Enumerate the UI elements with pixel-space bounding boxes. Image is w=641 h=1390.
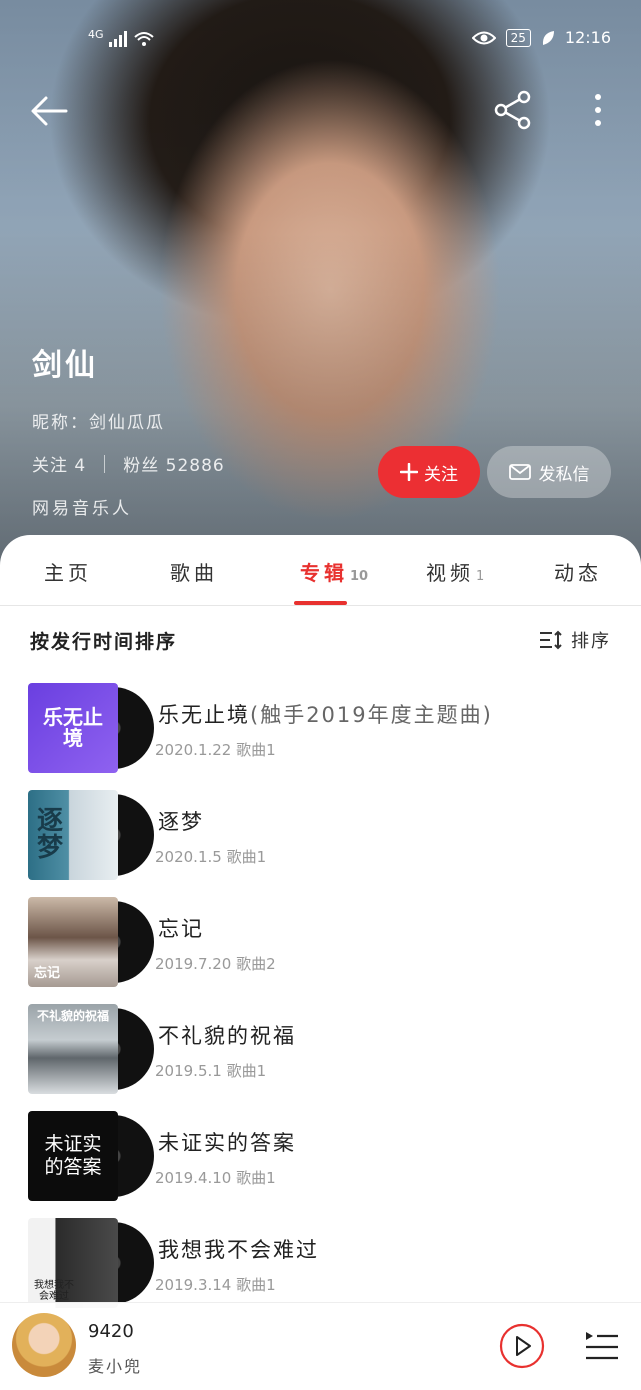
tab-home[interactable]: 主页 <box>44 557 92 586</box>
status-bar: 4G 25 12:16 <box>0 26 641 54</box>
tab-label: 专辑 <box>300 561 348 585</box>
album-meta: 2019.4.10 歌曲1 <box>155 1169 276 1187</box>
fans-count[interactable]: 粉丝 52886 <box>123 451 224 476</box>
cover-text: 不礼貌的祝福 <box>36 1009 109 1023</box>
album-item[interactable]: 逐梦 逐梦 2020.1.5 歌曲1 <box>0 790 641 897</box>
album-meta: 2019.7.20 歌曲2 <box>155 955 276 973</box>
tab-bar: 主页 歌曲 专辑 10 视频 1 动态 <box>0 535 641 606</box>
album-meta: 2019.3.14 歌曲1 <box>155 1276 276 1294</box>
album-title: 忘记 <box>158 913 204 943</box>
cover-text: 乐无止境 <box>43 705 103 750</box>
album-cover-art: 未证实的答案 <box>28 1111 118 1201</box>
sort-icon <box>540 630 562 650</box>
album-cover: 我想我不会难过 <box>28 1218 154 1308</box>
album-title: 逐梦 <box>158 806 204 836</box>
battery-level: 25 <box>505 28 531 47</box>
album-meta: 2020.1.5 歌曲1 <box>155 848 267 866</box>
send-message-button[interactable]: 发私信 <box>487 446 611 498</box>
sort-row: 按发行时间排序 排序 <box>30 627 611 657</box>
album-cover-art: 我想我不会难过 <box>28 1218 118 1308</box>
leaf-icon <box>542 30 554 45</box>
album-item[interactable]: 忘记 忘记 2019.7.20 歌曲2 <box>0 897 641 1004</box>
album-meta: 2020.1.22 歌曲1 <box>155 741 276 759</box>
album-item[interactable]: 不礼貌的祝福 不礼貌的祝福 2019.5.1 歌曲1 <box>0 1004 641 1111</box>
artist-name: 剑仙 <box>32 348 98 383</box>
share-icon[interactable] <box>492 89 534 131</box>
content-sheet: 主页 歌曲 专辑 10 视频 1 动态 按发行时间排序 排序 乐无止境 乐无止境… <box>0 535 641 1389</box>
tab-activity[interactable]: 动态 <box>554 557 602 586</box>
sort-label: 按发行时间排序 <box>30 631 178 653</box>
now-playing-cover[interactable] <box>12 1313 76 1377</box>
tab-count: 10 <box>350 569 369 584</box>
album-title: 未证实的答案 <box>158 1127 296 1157</box>
album-title-sub: (触手2019年度主题曲) <box>250 703 493 727</box>
tab-label: 视频 <box>426 561 474 585</box>
message-label: 发私信 <box>538 464 590 485</box>
album-cover: 逐梦 <box>28 790 154 880</box>
tab-videos[interactable]: 视频 1 <box>426 557 484 586</box>
tab-label: 主页 <box>44 561 92 585</box>
plus-icon <box>400 463 418 481</box>
artist-profile: 剑仙 昵称：剑仙瓜瓜 关注 4 粉丝 52886 网易音乐人 <box>32 340 225 519</box>
tab-songs[interactable]: 歌曲 <box>170 557 218 586</box>
cover-text: 未证实的答案 <box>44 1133 102 1178</box>
cover-text: 我想我不会难过 <box>34 1280 74 1302</box>
stats-divider <box>104 454 106 473</box>
mail-icon <box>508 464 531 480</box>
album-title: 不礼貌的祝福 <box>158 1020 296 1050</box>
tab-count: 1 <box>476 569 485 584</box>
mini-player[interactable]: 9420 麦小兜 <box>0 1302 641 1390</box>
playlist-icon[interactable] <box>584 1329 620 1363</box>
album-cover-art: 不礼貌的祝福 <box>28 1004 118 1094</box>
following-count[interactable]: 关注 4 <box>32 451 86 476</box>
album-cover: 乐无止境 <box>28 683 154 773</box>
top-bar <box>0 85 641 135</box>
sort-button[interactable]: 排序 <box>539 627 611 653</box>
album-title-main: 逐梦 <box>158 810 204 834</box>
album-title-main: 不礼貌的祝福 <box>158 1024 296 1048</box>
album-cover-art: 乐无止境 <box>28 683 118 773</box>
sort-button-label: 排序 <box>571 631 611 652</box>
active-tab-indicator <box>294 601 347 605</box>
now-playing-title: 9420 <box>88 1321 134 1342</box>
clock: 12:16 <box>564 28 611 47</box>
back-arrow-icon[interactable] <box>30 91 70 131</box>
album-meta: 2019.5.1 歌曲1 <box>155 1062 267 1080</box>
follow-button[interactable]: 关注 <box>378 446 480 498</box>
signal-icon: 4G <box>88 28 155 49</box>
follow-label: 关注 <box>424 464 458 485</box>
album-list: 乐无止境 乐无止境(触手2019年度主题曲) 2020.1.22 歌曲1 逐梦 … <box>0 683 641 1325</box>
tab-label: 动态 <box>554 561 602 585</box>
artist-stats: 关注 4 粉丝 52886 <box>32 451 225 476</box>
play-icon[interactable] <box>499 1323 545 1369</box>
album-item[interactable]: 乐无止境 乐无止境(触手2019年度主题曲) 2020.1.22 歌曲1 <box>0 683 641 790</box>
cover-text: 忘记 <box>34 966 61 982</box>
wifi-icon <box>108 30 154 47</box>
eye-icon <box>471 31 496 44</box>
tab-albums[interactable]: 专辑 10 <box>300 557 368 586</box>
album-cover: 不礼貌的祝福 <box>28 1004 154 1094</box>
album-cover-art: 忘记 <box>28 897 118 987</box>
album-title-main: 我想我不会难过 <box>158 1238 319 1262</box>
album-title-main: 忘记 <box>158 917 204 941</box>
album-item[interactable]: 未证实的答案 未证实的答案 2019.4.10 歌曲1 <box>0 1111 641 1218</box>
album-title: 乐无止境(触手2019年度主题曲) <box>158 699 493 729</box>
album-title-main: 乐无止境 <box>158 703 250 727</box>
album-cover: 未证实的答案 <box>28 1111 154 1201</box>
now-playing-artist: 麦小兜 <box>88 1357 143 1376</box>
artist-role: 网易音乐人 <box>32 499 132 519</box>
album-cover-art: 逐梦 <box>28 790 118 880</box>
artist-nickname: 昵称：剑仙瓜瓜 <box>32 413 165 433</box>
more-vertical-icon[interactable] <box>584 89 612 131</box>
album-title: 我想我不会难过 <box>158 1234 319 1264</box>
cover-text: 逐梦 <box>36 805 63 863</box>
network-type: 4G <box>88 28 104 41</box>
album-title-main: 未证实的答案 <box>158 1131 296 1155</box>
album-cover: 忘记 <box>28 897 154 987</box>
tab-label: 歌曲 <box>170 561 218 585</box>
